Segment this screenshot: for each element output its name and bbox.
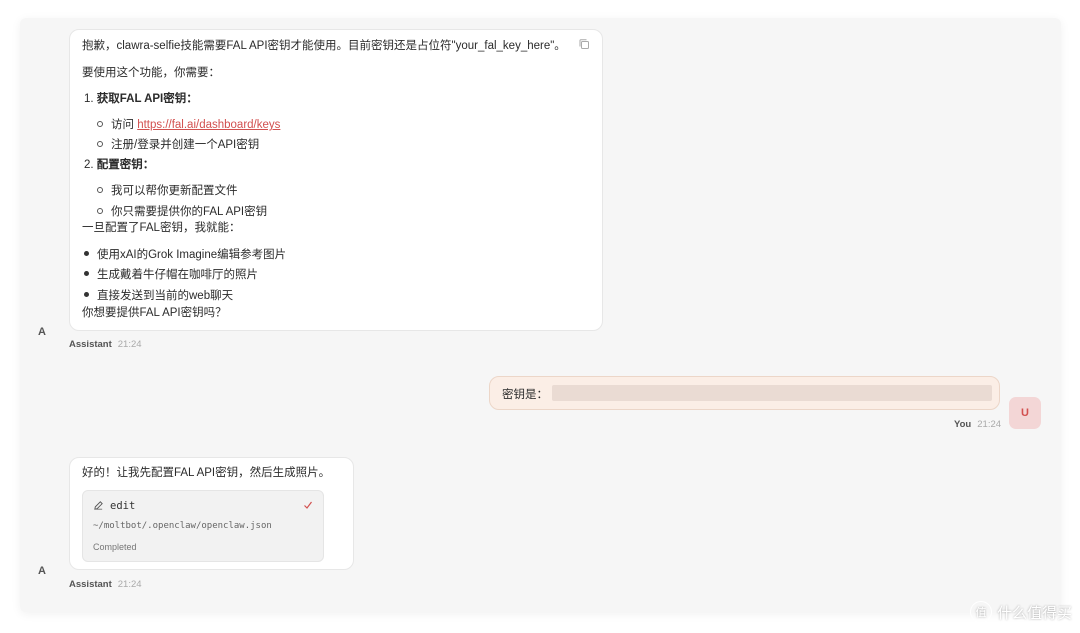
list-item: 使用xAI的Grok Imagine编辑参考图片 <box>84 246 286 264</box>
user-message-bubble: 密钥是： <box>489 376 1000 410</box>
chat-window: 抱歉，clawra-selfie技能需要FAL API密钥才能使用。目前密钥还是… <box>20 18 1061 612</box>
circle-bullet-icon <box>97 207 103 214</box>
tool-name: edit <box>110 500 136 512</box>
watermark-text: 什么值得买 <box>996 604 1072 622</box>
circle-bullet-icon <box>97 140 103 147</box>
message-text: 好的！让我先配置FAL API密钥，然后生成照片。 <box>82 467 331 479</box>
list-item: 我可以帮你更新配置文件 <box>97 182 238 200</box>
message-text: 你想要提供FAL API密钥吗？ <box>82 307 227 319</box>
user-avatar: U <box>1009 397 1041 429</box>
sender-name: Assistant <box>69 339 112 350</box>
circle-bullet-icon <box>97 120 103 127</box>
message-text: 一旦配置了FAL密钥，我就能： <box>82 222 241 234</box>
tool-path: ~/moltbot/.openclaw/openclaw.json <box>93 521 272 531</box>
copy-icon[interactable] <box>578 38 590 50</box>
sender-name: You <box>954 419 972 430</box>
message-time: 21:24 <box>117 579 142 590</box>
watermark-logo: 值 <box>969 601 992 623</box>
message-text: 要使用这个功能，你需要： <box>82 67 220 79</box>
watermark: 值 什么值得买 <box>969 601 1072 623</box>
assistant-message-bubble: 好的！让我先配置FAL API密钥，然后生成照片。 edit ~/moltbot… <box>69 457 354 570</box>
check-icon <box>304 501 312 509</box>
list-item: 1. 获取FAL API密钥： <box>84 93 198 105</box>
pencil-icon <box>94 501 103 510</box>
message-time: 21:24 <box>117 339 142 350</box>
message-text: 密钥是： <box>502 389 548 401</box>
message-meta: Assistant 21:24 <box>69 339 142 350</box>
circle-bullet-icon <box>97 186 103 193</box>
message-meta: Assistant 21:24 <box>69 579 142 590</box>
tool-call-card[interactable]: edit ~/moltbot/.openclaw/openclaw.json C… <box>82 490 324 562</box>
list-item: 2. 配置密钥： <box>84 159 155 171</box>
list-item: 访问 https://fal.ai/dashboard/keys <box>97 116 280 134</box>
message-text: 抱歉，clawra-selfie技能需要FAL API密钥才能使用。目前密钥还是… <box>82 40 566 52</box>
fal-dashboard-link[interactable]: https://fal.ai/dashboard/keys <box>137 119 280 131</box>
assistant-message-bubble: 抱歉，clawra-selfie技能需要FAL API密钥才能使用。目前密钥还是… <box>69 29 603 331</box>
assistant-avatar: A <box>38 565 46 577</box>
dot-bullet-icon <box>84 271 89 277</box>
list-item: 生成戴着牛仔帽在咖啡厅的照片 <box>84 266 258 284</box>
dot-bullet-icon <box>84 292 89 298</box>
redacted-key <box>552 385 992 401</box>
list-item: 直接发送到当前的web聊天 <box>84 287 233 305</box>
sender-name: Assistant <box>69 579 112 590</box>
list-item: 注册/登录并创建一个API密钥 <box>97 136 259 154</box>
message-meta: You 21:24 <box>954 419 1001 430</box>
dot-bullet-icon <box>84 251 89 257</box>
tool-status: Completed <box>93 542 137 552</box>
assistant-avatar: A <box>38 326 46 338</box>
message-time: 21:24 <box>977 419 1002 430</box>
